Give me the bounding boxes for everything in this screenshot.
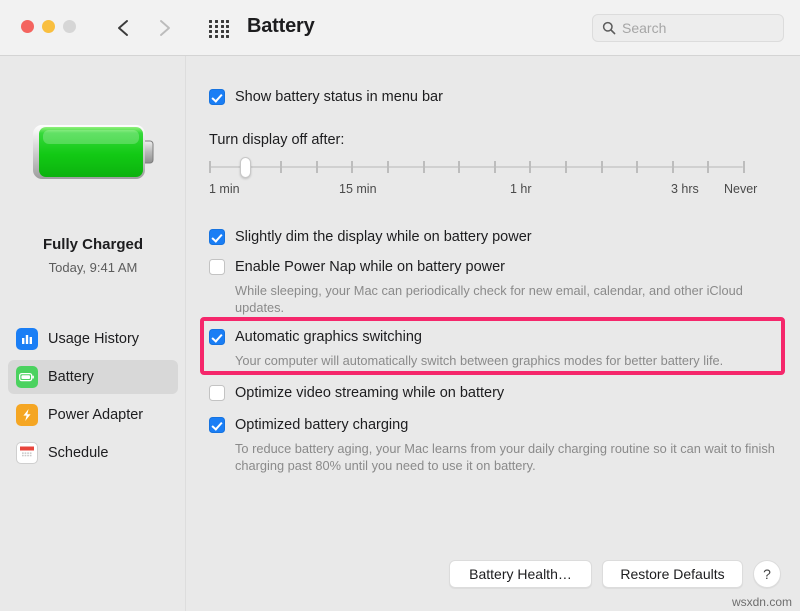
show-battery-status-row[interactable]: Show battery status in menu bar (209, 88, 443, 106)
slider-tick (601, 161, 603, 173)
optimized-battery-charging-description: To reduce battery aging, your Mac learns… (235, 441, 775, 473)
battery-health-button[interactable]: Battery Health… (449, 560, 592, 588)
battery-status-subtitle: Today, 9:41 AM (48, 260, 138, 275)
slider-tick (707, 161, 709, 173)
automatic-graphics-switching-label: Automatic graphics switching (235, 329, 422, 345)
automatic-graphics-switching-checkbox[interactable] (209, 329, 225, 345)
search-field[interactable] (592, 14, 784, 42)
chevron-left-icon[interactable] (114, 17, 134, 39)
slider-scale-label: Never (724, 182, 758, 196)
slightly-dim-checkbox[interactable] (209, 229, 225, 245)
optimized-battery-charging-label: Optimized battery charging (235, 417, 409, 433)
optimize-video-streaming-label: Optimize video streaming while on batter… (235, 385, 505, 401)
slider-tick (280, 161, 282, 173)
watermark: wsxdn.com (731, 595, 792, 609)
sidebar-item-schedule[interactable]: Schedule (8, 436, 178, 470)
slider-tick (387, 161, 389, 173)
slider-scale-label: 1 min (209, 182, 240, 196)
slider-tick (423, 161, 425, 173)
search-icon (602, 21, 616, 35)
power-nap-row[interactable]: Enable Power Nap while on battery power (209, 258, 505, 276)
slider-tick (351, 161, 353, 173)
show-battery-status-label: Show battery status in menu bar (235, 89, 443, 105)
chevron-right-icon[interactable] (154, 17, 174, 39)
navigation-arrows (114, 17, 174, 39)
help-button[interactable]: ? (753, 560, 781, 588)
sidebar-item-label: Schedule (48, 445, 109, 461)
show-battery-status-checkbox[interactable] (209, 89, 225, 105)
sidebar: Fully Charged Today, 9:41 AM Usage Histo… (0, 56, 186, 611)
slightly-dim-row[interactable]: Slightly dim the display while on batter… (209, 228, 532, 246)
slider-tick (458, 161, 460, 173)
sidebar-item-battery[interactable]: Battery (8, 360, 178, 394)
slider-thumb[interactable] (240, 157, 251, 178)
slightly-dim-label: Slightly dim the display while on batter… (235, 229, 532, 245)
restore-defaults-button[interactable]: Restore Defaults (602, 560, 743, 588)
slider-tick (743, 161, 745, 173)
traffic-light-controls (21, 20, 76, 33)
search-input[interactable] (622, 20, 772, 36)
system-preferences-window: Battery Search Fully Charged Today, 9:41… (0, 0, 800, 611)
slider-tick (494, 161, 496, 173)
sidebar-item-label: Usage History (48, 331, 140, 347)
sidebar-nav-list: Usage History Battery Power Adapter Sche… (8, 322, 178, 474)
slider-tick (565, 161, 567, 173)
automatic-graphics-switching-description: Your computer will automatically switch … (235, 353, 724, 368)
sidebar-item-label: Battery (48, 369, 94, 385)
minimize-window-button[interactable] (42, 20, 55, 33)
slider-scale-label: 1 hr (510, 182, 532, 196)
optimized-battery-charging-row[interactable]: Optimized battery charging (209, 416, 408, 434)
schedule-calendar-icon (16, 442, 38, 464)
sidebar-item-label: Power Adapter (48, 407, 144, 423)
slider-tick (672, 161, 674, 173)
slider-scale-labels: 1 min 15 min 1 hr 3 hrs Never (209, 182, 757, 198)
slider-scale-label: 15 min (339, 182, 377, 196)
power-adapter-bolt-icon (16, 404, 38, 426)
slider-scale-label: 3 hrs (671, 182, 699, 196)
power-nap-label: Enable Power Nap while on battery power (235, 259, 506, 275)
battery-settings-pane: Show battery status in menu bar Turn dis… (187, 56, 800, 611)
sidebar-item-power-adapter[interactable]: Power Adapter (8, 398, 178, 432)
automatic-graphics-switching-row[interactable]: Automatic graphics switching (209, 328, 422, 346)
battery-icon (16, 366, 38, 388)
power-nap-checkbox[interactable] (209, 259, 225, 275)
slider-tick (209, 161, 211, 173)
page-title: Battery (247, 15, 315, 37)
usage-history-icon (16, 328, 38, 350)
turn-display-off-label: Turn display off after: (209, 132, 345, 148)
optimize-video-streaming-checkbox[interactable] (209, 385, 225, 401)
battery-full-green-icon (33, 125, 154, 179)
slider-tick (529, 161, 531, 173)
slider-track[interactable] (209, 157, 745, 178)
battery-status-title: Fully Charged (42, 236, 143, 253)
slider-tick (636, 161, 638, 173)
window-toolbar: Battery (0, 0, 800, 56)
close-window-button[interactable] (21, 20, 34, 33)
optimized-battery-charging-checkbox[interactable] (209, 417, 225, 433)
turn-display-off-slider[interactable]: 1 min 15 min 1 hr 3 hrs Never (209, 157, 757, 198)
slider-track-line (209, 166, 743, 168)
slider-tick (316, 161, 318, 173)
power-nap-description: While sleeping, your Mac can periodicall… (235, 283, 743, 315)
optimize-video-streaming-row[interactable]: Optimize video streaming while on batter… (209, 384, 504, 402)
show-all-grid-icon[interactable] (209, 20, 230, 38)
zoom-window-button[interactable] (63, 20, 76, 33)
sidebar-item-usage-history[interactable]: Usage History (8, 322, 178, 356)
